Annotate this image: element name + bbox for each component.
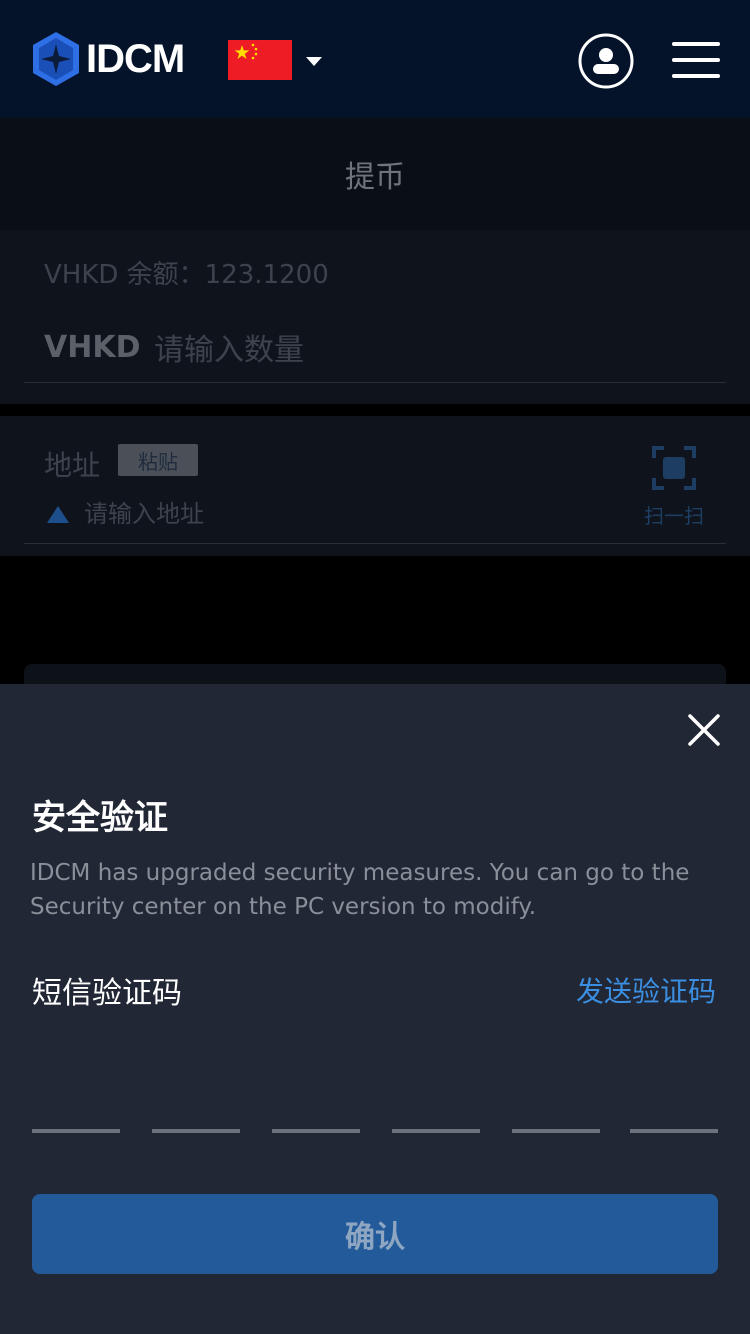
security-verification-sheet: 安全验证 IDCM has upgraded security measures… xyxy=(0,684,750,1334)
confirm-button[interactable]: 确认 xyxy=(32,1194,718,1274)
code-digit-input[interactable] xyxy=(512,1129,600,1133)
paste-button[interactable]: 粘贴 xyxy=(118,444,198,476)
idcm-logo-icon xyxy=(33,32,79,86)
sms-code-label: 短信验证码 xyxy=(32,976,182,1011)
page-title: 提币 xyxy=(0,118,750,230)
sheet-title: 安全验证 xyxy=(32,798,168,838)
brand-name: IDCM xyxy=(86,36,185,81)
balance-text: VHKD 余额：123.1200 xyxy=(44,260,329,290)
divider xyxy=(24,543,726,544)
scan-button[interactable]: 扫一扫 xyxy=(640,446,708,529)
amount-input[interactable] xyxy=(154,326,694,374)
hamburger-menu-icon[interactable] xyxy=(670,40,722,80)
china-flag-icon[interactable] xyxy=(228,40,292,80)
address-panel: 地址 粘贴 扫一扫 xyxy=(0,416,750,556)
code-digit-input[interactable] xyxy=(630,1129,718,1133)
code-digit-input[interactable] xyxy=(152,1129,240,1133)
code-digit-input[interactable] xyxy=(392,1129,480,1133)
user-profile-icon[interactable] xyxy=(578,33,634,89)
code-digit-input[interactable] xyxy=(272,1129,360,1133)
send-code-link[interactable]: 发送验证码 xyxy=(576,970,716,1010)
address-input[interactable] xyxy=(84,496,584,532)
caret-down-icon[interactable] xyxy=(304,55,324,67)
sheet-description: IDCM has upgraded security measures. You… xyxy=(30,860,690,920)
address-label: 地址 xyxy=(44,449,101,482)
close-icon[interactable] xyxy=(686,712,722,748)
scan-icon xyxy=(652,446,696,490)
top-header: IDCM xyxy=(0,0,750,118)
triangle-up-icon[interactable] xyxy=(46,504,70,524)
divider xyxy=(24,382,726,383)
page-title-text: 提币 xyxy=(345,160,405,195)
currency-label: VHKD xyxy=(44,330,141,365)
amount-panel: VHKD 余额：123.1200 VHKD xyxy=(0,230,750,404)
code-digit-input[interactable] xyxy=(32,1129,120,1133)
scan-label: 扫一扫 xyxy=(644,504,704,528)
brand-logo[interactable]: IDCM xyxy=(32,32,185,86)
